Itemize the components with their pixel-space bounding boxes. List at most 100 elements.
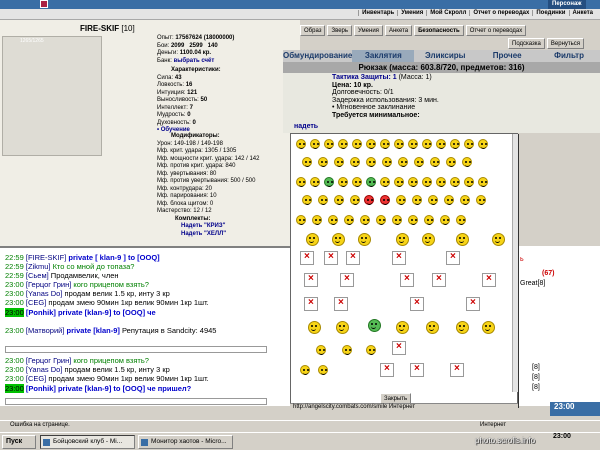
back-button[interactable]: Вернуться: [546, 38, 585, 49]
smile-icon[interactable]: [478, 177, 488, 187]
smile-icon[interactable]: [382, 157, 392, 167]
smile-icon[interactable]: [334, 157, 344, 167]
chat-time[interactable]: 23:00: [5, 326, 24, 335]
broken-image-icon[interactable]: [324, 251, 338, 265]
smile-icon[interactable]: [302, 157, 312, 167]
smile-icon[interactable]: [430, 157, 440, 167]
broken-image-icon[interactable]: [432, 273, 446, 287]
smile-icon[interactable]: [324, 139, 334, 149]
smile-icon[interactable]: [456, 321, 469, 334]
smile-icon[interactable]: [308, 321, 321, 334]
wear-set-hell-link[interactable]: Надеть "ХЕЛЛ": [157, 231, 259, 239]
smile-icon[interactable]: [364, 195, 374, 205]
chat-time[interactable]: 22:59: [5, 262, 24, 271]
smile-icon[interactable]: [412, 195, 422, 205]
broken-image-icon[interactable]: [300, 251, 314, 265]
smile-icon[interactable]: [366, 157, 376, 167]
chat-nick[interactable]: [Yanas Do]: [26, 289, 63, 298]
smile-icon[interactable]: [350, 195, 360, 205]
broken-image-icon[interactable]: [304, 297, 318, 311]
smile-icon[interactable]: [380, 139, 390, 149]
smile-icon[interactable]: [396, 195, 406, 205]
taskbar-clock[interactable]: 23:00: [553, 433, 571, 440]
chat-time[interactable]: 23:00: [5, 298, 24, 307]
broken-image-icon[interactable]: [304, 273, 318, 287]
smile-icon[interactable]: [344, 215, 354, 225]
chat-time[interactable]: 23:00: [5, 384, 24, 393]
smile-icon[interactable]: [306, 233, 319, 246]
smile-icon[interactable]: [424, 215, 434, 225]
smile-icon[interactable]: [446, 157, 456, 167]
broken-image-icon[interactable]: [400, 273, 414, 287]
online-entry[interactable]: ь: [520, 256, 524, 263]
smile-icon[interactable]: [422, 233, 435, 246]
smile-icon[interactable]: [426, 321, 439, 334]
tab-equipment[interactable]: Обмундирование: [283, 50, 352, 62]
smile-icon[interactable]: [482, 321, 495, 334]
broken-image-icon[interactable]: [410, 297, 424, 311]
persona-tab[interactable]: Персонаж: [548, 0, 586, 9]
broken-image-icon[interactable]: [482, 273, 496, 287]
smile-icon[interactable]: [476, 195, 486, 205]
smile-icon[interactable]: [366, 177, 376, 187]
smile-icon[interactable]: [310, 139, 320, 149]
smile-icon[interactable]: [394, 139, 404, 149]
broken-image-icon[interactable]: [392, 251, 406, 265]
online-entry[interactable]: [8]: [532, 384, 540, 391]
broken-image-icon[interactable]: [446, 251, 460, 265]
taskbar-app-combats[interactable]: Бойцовский клуб - Mi...: [40, 435, 135, 449]
skills-button[interactable]: Умения: [354, 25, 383, 36]
broken-image-icon[interactable]: [340, 273, 354, 287]
smile-icon[interactable]: [318, 365, 328, 375]
menu-skills[interactable]: Умения: [397, 10, 426, 16]
broken-image-icon[interactable]: [466, 297, 480, 311]
chat-nick[interactable]: [Матвоpий]: [26, 326, 65, 335]
smile-icon[interactable]: [408, 139, 418, 149]
smile-icon[interactable]: [338, 139, 348, 149]
chat-time[interactable]: 23:00: [5, 356, 24, 365]
tab-other[interactable]: Прочее: [476, 50, 538, 62]
menu-battles[interactable]: Поединки: [532, 10, 568, 16]
broken-image-icon[interactable]: [392, 341, 406, 355]
start-button[interactable]: Пуск: [2, 435, 36, 449]
smile-icon[interactable]: [436, 139, 446, 149]
smile-icon[interactable]: [462, 157, 472, 167]
smile-icon[interactable]: [456, 215, 466, 225]
chat-nick[interactable]: [Yanas Do]: [26, 365, 63, 374]
smile-icon[interactable]: [450, 139, 460, 149]
smile-icon[interactable]: [324, 177, 334, 187]
smile-icon[interactable]: [342, 345, 352, 355]
online-entry[interactable]: (67): [542, 270, 554, 277]
smile-icon[interactable]: [376, 215, 386, 225]
chat-nick[interactable]: [FIRE-SKIF]: [26, 253, 66, 262]
smile-icon[interactable]: [492, 233, 505, 246]
chat-nick[interactable]: [Герцог Грин]: [26, 356, 71, 365]
broken-image-icon[interactable]: [346, 251, 360, 265]
smile-icon[interactable]: [350, 157, 360, 167]
smile-icon[interactable]: [360, 215, 370, 225]
smile-icon[interactable]: [444, 195, 454, 205]
chat-time[interactable]: 23:00: [5, 289, 24, 298]
tab-spells[interactable]: Заклятия: [352, 50, 415, 62]
tab-filter[interactable]: Фильтр: [538, 50, 600, 62]
online-entry[interactable]: [8]: [532, 374, 540, 381]
smile-icon[interactable]: [366, 345, 376, 355]
smile-icon[interactable]: [422, 139, 432, 149]
smile-icon[interactable]: [296, 139, 306, 149]
smile-icon[interactable]: [296, 177, 306, 187]
security-button[interactable]: Безопасность: [414, 25, 464, 36]
character-avatar[interactable]: [2, 36, 102, 156]
smile-icon[interactable]: [380, 177, 390, 187]
broken-image-icon[interactable]: [380, 363, 394, 377]
chat-nick[interactable]: [CEG]: [26, 298, 46, 307]
smile-icon[interactable]: [296, 215, 306, 225]
smile-icon[interactable]: [338, 177, 348, 187]
chat-input[interactable]: [5, 398, 267, 405]
smile-icon[interactable]: [428, 195, 438, 205]
chat-time[interactable]: 23:00: [5, 374, 24, 383]
tab-elixirs[interactable]: Эликсиры: [414, 50, 476, 62]
smile-icon[interactable]: [302, 195, 312, 205]
smile-icon[interactable]: [408, 177, 418, 187]
chat-nick[interactable]: [Ponhik]: [26, 384, 56, 393]
smile-icon[interactable]: [478, 139, 488, 149]
